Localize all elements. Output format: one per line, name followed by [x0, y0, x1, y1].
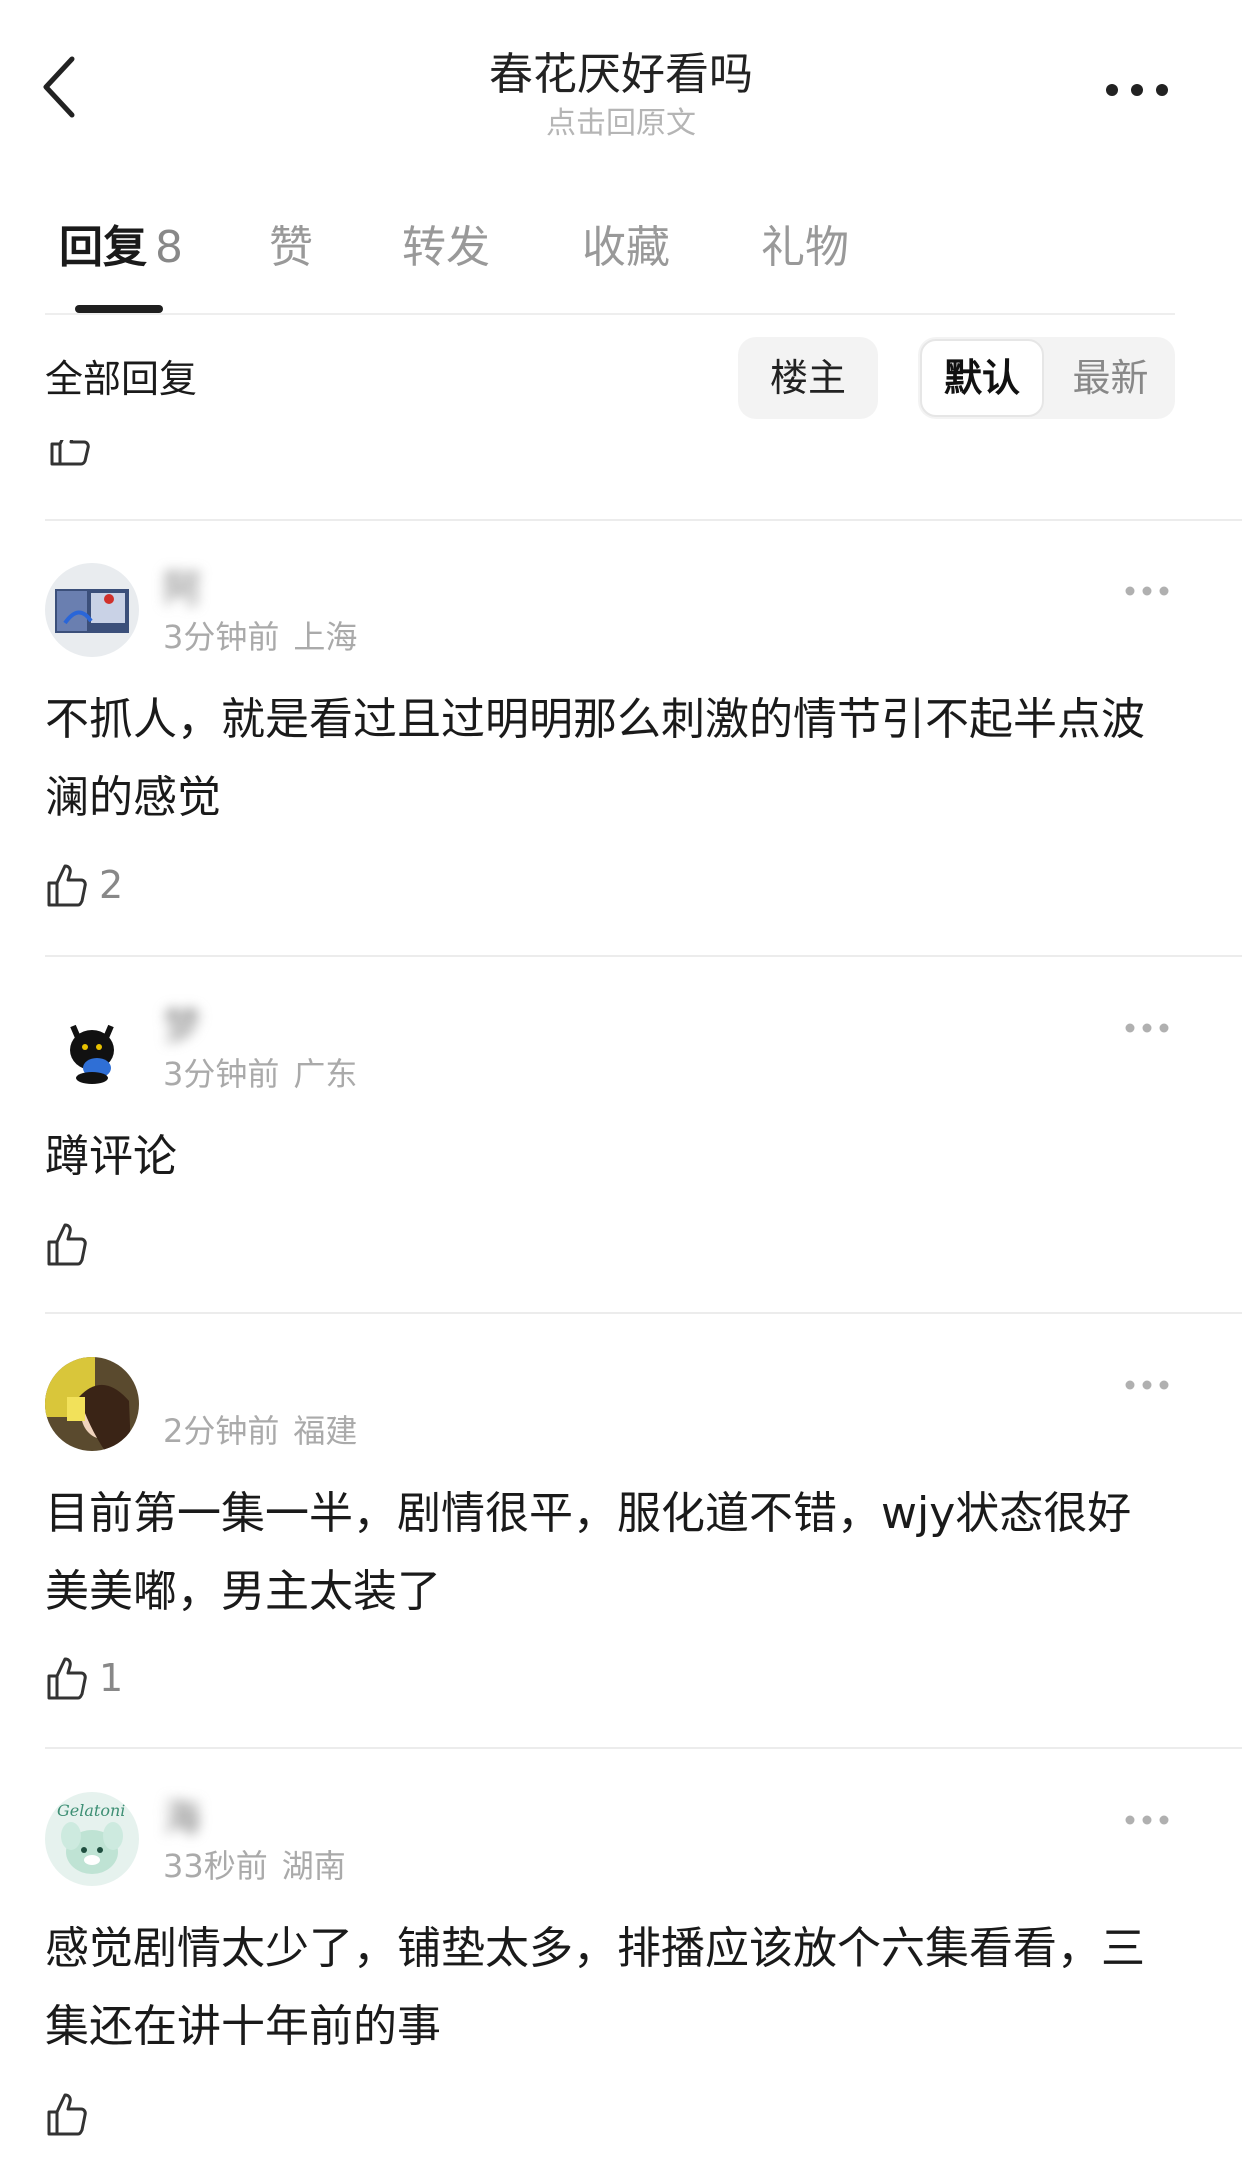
- avatar[interactable]: [45, 563, 139, 657]
- tab-gifts[interactable]: 礼物: [761, 218, 849, 278]
- comment-item: 梦 3分钟前 广东 蹲评论: [0, 1000, 1242, 1300]
- tab-likes-label: 赞: [269, 222, 313, 273]
- thumbs-up-icon[interactable]: [48, 440, 92, 470]
- like-count: 2: [99, 863, 124, 907]
- comment-more-icon[interactable]: [1124, 1812, 1170, 1826]
- poster-only-button[interactable]: 楼主: [738, 337, 878, 419]
- comment-more-icon[interactable]: [1124, 583, 1170, 597]
- all-replies-heading: 全部回复: [45, 357, 198, 401]
- avatar[interactable]: [45, 1000, 139, 1094]
- thumbs-up-icon: [47, 864, 87, 907]
- tab-likes[interactable]: 赞: [269, 218, 313, 278]
- top-bar: 春花厌好看吗 点击回原文: [0, 0, 1242, 150]
- comment-location: 广东: [293, 1055, 358, 1093]
- comment-location: 湖南: [281, 1847, 346, 1885]
- thumbs-up-icon: [47, 2093, 87, 2136]
- comment-time: 33秒前: [163, 1847, 268, 1885]
- avatar[interactable]: [45, 1357, 139, 1451]
- comment-divider: [45, 1747, 1242, 1749]
- tab-reposts-label: 转发: [402, 222, 490, 273]
- tab-favorites-label: 收藏: [582, 222, 670, 273]
- tab-gifts-label: 礼物: [761, 222, 849, 273]
- svg-text:Gelatoni: Gelatoni: [57, 1801, 125, 1820]
- tab-replies[interactable]: 回复 8: [59, 218, 183, 278]
- page-title[interactable]: 春花厌好看吗: [0, 48, 1242, 102]
- tabs-divider: [45, 313, 1175, 315]
- thumbs-up-icon: [47, 1223, 87, 1266]
- comment-divider: [45, 1312, 1242, 1314]
- active-tab-indicator: [75, 305, 163, 313]
- comment-item: Gelatoni 海 33秒前 湖南 感觉剧情太少了，铺垫太多，排播应该放个六集看…: [0, 1792, 1242, 2165]
- comment-time: 3分钟前: [163, 618, 280, 656]
- user-name[interactable]: 阿: [163, 563, 201, 615]
- title-block[interactable]: 春花厌好看吗 点击回原文: [0, 48, 1242, 144]
- comment-location: 上海: [293, 618, 358, 656]
- more-options-icon[interactable]: [1102, 78, 1172, 102]
- user-name[interactable]: 梦: [163, 1000, 201, 1052]
- back-to-original-link[interactable]: 点击回原文: [0, 104, 1242, 144]
- comment-item: 2分钟前 福建 目前第一集一半，剧情很平，服化道不错，wjy状态很好美美嘟，男主太…: [0, 1357, 1242, 1757]
- tab-replies-count: 8: [155, 222, 183, 273]
- comment-item: 阿 3分钟前 上海 不抓人，就是看过且过明明那么刺激的情节引不起半点波澜的感觉 2: [0, 563, 1242, 963]
- comment-divider: [45, 955, 1242, 957]
- comment-text: 感觉剧情太少了，铺垫太多，排播应该放个六集看看，三集还在讲十年前的事: [45, 1923, 1145, 2052]
- sort-latest-button[interactable]: 最新: [1048, 339, 1173, 417]
- like-count: 1: [99, 1656, 124, 1700]
- tab-reposts[interactable]: 转发: [402, 218, 490, 278]
- comment-text: 目前第一集一半，剧情很平，服化道不错，wjy状态很好美美嘟，男主太装了: [45, 1488, 1132, 1617]
- user-name[interactable]: 海: [163, 1792, 201, 1844]
- thumbs-up-icon: [47, 1657, 87, 1700]
- comment-meta: 3分钟前 广东: [163, 1052, 357, 1096]
- comment-more-icon[interactable]: [1124, 1020, 1170, 1034]
- sort-default-button[interactable]: 默认: [920, 339, 1044, 417]
- avatar[interactable]: Gelatoni: [45, 1792, 139, 1886]
- comment-location: 福建: [293, 1412, 358, 1450]
- filter-row: 全部回复 楼主 默认 最新: [45, 335, 1175, 420]
- comment-time: 3分钟前: [163, 1055, 280, 1093]
- comment-meta: 3分钟前 上海: [163, 615, 357, 659]
- comment-meta: 2分钟前 福建: [163, 1409, 357, 1453]
- tab-replies-label: 回复: [59, 222, 147, 273]
- tab-favorites[interactable]: 收藏: [582, 218, 670, 278]
- comment-divider: [45, 519, 1242, 521]
- tab-bar: 回复 8 赞 转发 收藏 礼物: [45, 218, 1175, 318]
- comment-text: 蹲评论: [45, 1131, 177, 1182]
- comment-more-icon[interactable]: [1124, 1377, 1170, 1391]
- comment-text: 不抓人，就是看过且过明明那么刺激的情节引不起半点波澜的感觉: [45, 694, 1145, 823]
- comment-meta: 33秒前 湖南: [163, 1844, 346, 1888]
- comment-time: 2分钟前: [163, 1412, 280, 1450]
- sort-toggle: 默认 最新: [918, 337, 1175, 419]
